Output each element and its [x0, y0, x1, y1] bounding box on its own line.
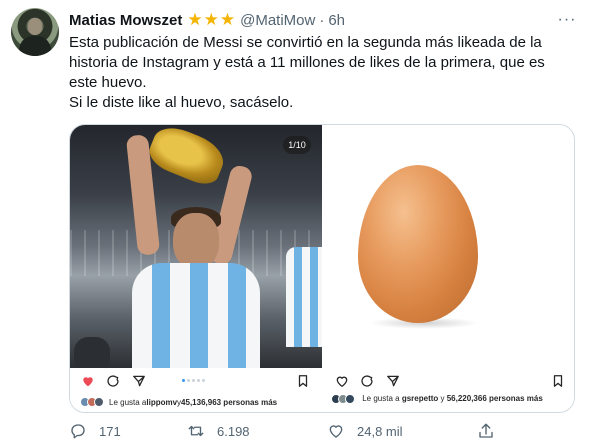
avatar-body	[19, 36, 51, 56]
likes-middle: y	[438, 394, 447, 404]
tweet-header: Matias Mowszet ★ ★ ★ @MatiMow · 6h	[69, 10, 345, 30]
comment-icon	[107, 375, 119, 387]
tweet-text: Esta publicación de Messi se convirtió e…	[69, 33, 569, 113]
carousel-dots	[182, 379, 205, 382]
likes-prefix: Le gusta a	[362, 394, 402, 404]
author-avatar[interactable]	[11, 8, 59, 56]
carousel-dot-active	[182, 379, 185, 382]
send-icon	[387, 375, 399, 387]
messi-photo: 1/10	[70, 125, 322, 368]
trophy-shape	[144, 125, 230, 190]
likes-user: gsrepetto	[401, 394, 439, 404]
liker-avatar	[345, 394, 355, 404]
heart-outline-icon	[336, 376, 348, 388]
heart-filled-icon	[83, 377, 93, 387]
liker-avatars	[331, 394, 355, 404]
carousel-dot	[197, 379, 200, 382]
bookmark-icon	[298, 375, 308, 387]
author-handle[interactable]: @MatiMow	[240, 12, 315, 29]
likes-line-right: Le gusta a gsrepetto y 56,220,366 person…	[331, 394, 571, 404]
retweet-button[interactable]: 6.198	[187, 422, 250, 440]
photo-shirt	[132, 263, 260, 368]
carousel-dot	[202, 379, 205, 382]
likes-count: 56,220,366 personas más	[446, 394, 543, 404]
likes-user: lippomv	[146, 397, 178, 407]
reply-icon	[71, 424, 85, 439]
like-heart-icon	[329, 425, 343, 438]
tweet-actions: 171 6.198 24,8 mil	[69, 422, 509, 440]
star-icon: ★	[187, 9, 203, 30]
send-icon	[133, 375, 145, 387]
egg-photo	[358, 165, 478, 323]
tweet: Matias Mowszet ★ ★ ★ @MatiMow · 6h ··· E…	[0, 0, 590, 447]
share-icon	[479, 423, 493, 438]
star-icon: ★	[219, 9, 236, 30]
photo-shirt-second	[286, 247, 322, 347]
likes-count: 45,136,963 personas más	[181, 397, 278, 407]
carousel-dot	[192, 379, 195, 382]
like-count: 24,8 mil	[357, 423, 403, 439]
avatar-face	[28, 18, 42, 35]
author-stars: ★ ★ ★	[187, 9, 236, 30]
more-options-icon[interactable]: ···	[556, 11, 578, 29]
tweet-text-paragraph: Si le diste like al huevo, sacáselo.	[69, 94, 294, 111]
liker-avatars	[80, 397, 104, 407]
media-image-egg[interactable]: Le gusta a gsrepetto y 56,220,366 person…	[323, 125, 574, 412]
retweet-icon	[188, 425, 204, 437]
liker-avatar	[94, 397, 104, 407]
photo-figure	[74, 337, 110, 368]
carousel-dot	[187, 379, 190, 382]
retweet-count: 6.198	[217, 423, 250, 439]
carousel-counter: 1/10	[283, 136, 311, 154]
media-grid: 1/10 Le gusta a lippomv y 45,136,963 per…	[69, 124, 575, 413]
instagram-actions-right	[323, 370, 574, 390]
media-image-messi[interactable]: 1/10 Le gusta a lippomv y 45,136,963 per…	[70, 125, 322, 412]
separator-dot: ·	[319, 11, 325, 29]
tweet-time[interactable]: 6h	[328, 12, 345, 29]
comment-icon	[361, 375, 373, 387]
photo-head	[173, 213, 219, 269]
star-icon: ★	[203, 9, 219, 30]
share-button[interactable]	[477, 422, 507, 440]
tweet-text-paragraph: Esta publicación de Messi se convirtió e…	[69, 34, 545, 91]
bookmark-icon	[553, 375, 563, 387]
author-name[interactable]: Matias Mowszet	[69, 12, 182, 29]
reply-count: 171	[99, 423, 121, 439]
reply-button[interactable]: 171	[69, 422, 121, 440]
like-button[interactable]: 24,8 mil	[327, 422, 403, 440]
likes-prefix: Le gusta a	[109, 397, 147, 407]
likes-line-left: Le gusta a lippomv y 45,136,963 personas…	[80, 396, 277, 408]
